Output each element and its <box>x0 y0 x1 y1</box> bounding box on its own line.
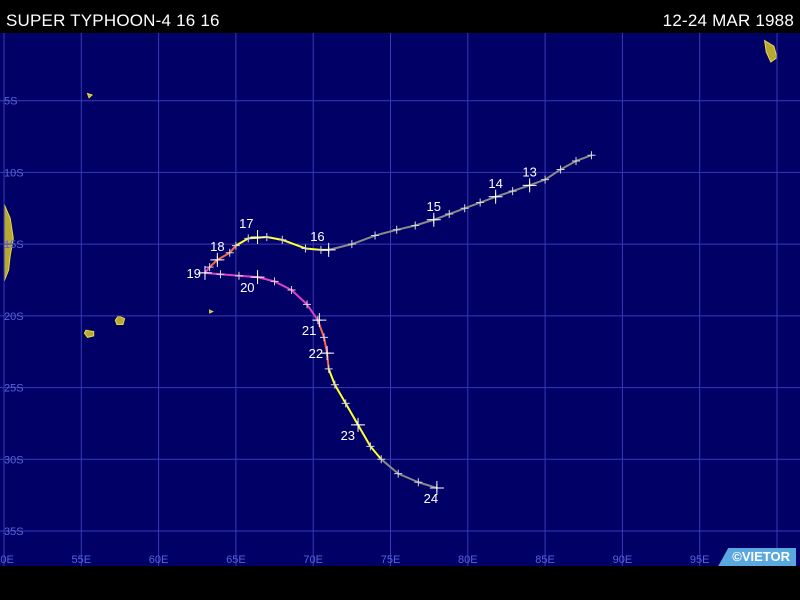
day-label: 18 <box>210 239 224 254</box>
day-label: 21 <box>302 323 316 338</box>
storm-title: SUPER TYPHOON-4 16 16 <box>6 11 220 30</box>
day-label: 17 <box>239 216 253 231</box>
lat-label: 15S <box>4 239 24 251</box>
lat-label: 10S <box>4 167 24 179</box>
ocean-background <box>0 33 800 566</box>
lat-label: 25S <box>4 383 24 395</box>
lon-label: 70E <box>303 554 323 566</box>
lon-label: 95E <box>690 554 710 566</box>
lon-label: 55E <box>72 554 92 566</box>
footer-bar <box>0 566 800 600</box>
day-label: 20 <box>240 280 254 295</box>
lat-label: 30S <box>4 454 24 466</box>
credit-badge: ©VIETOR <box>718 548 796 566</box>
lat-label: 5S <box>4 96 17 108</box>
lon-label: 50E <box>0 554 14 566</box>
date-range: 12-24 MAR 1988 <box>662 11 794 30</box>
lon-label: 60E <box>149 554 169 566</box>
day-label: 15 <box>427 199 441 214</box>
lat-label: 35S <box>4 526 24 538</box>
lon-label: 80E <box>458 554 478 566</box>
track-map: 5S 10S 15S 20S 25S 30S 35S 50E 55E 60E 65E 70E 75E 8… <box>0 33 800 566</box>
day-label: 19 <box>187 266 201 281</box>
header-bar: SUPER TYPHOON-4 16 16 12-24 MAR 1988 <box>0 0 800 32</box>
day-label: 22 <box>309 346 323 361</box>
day-label: 16 <box>310 229 324 244</box>
lon-label: 85E <box>535 554 555 566</box>
lon-label: 65E <box>226 554 246 566</box>
lat-label: 20S <box>4 311 24 323</box>
day-label: 23 <box>341 428 355 443</box>
day-label: 24 <box>424 491 438 506</box>
day-label: 13 <box>522 164 536 179</box>
day-label: 14 <box>488 176 502 191</box>
lon-label: 90E <box>613 554 633 566</box>
lon-label: 75E <box>381 554 401 566</box>
